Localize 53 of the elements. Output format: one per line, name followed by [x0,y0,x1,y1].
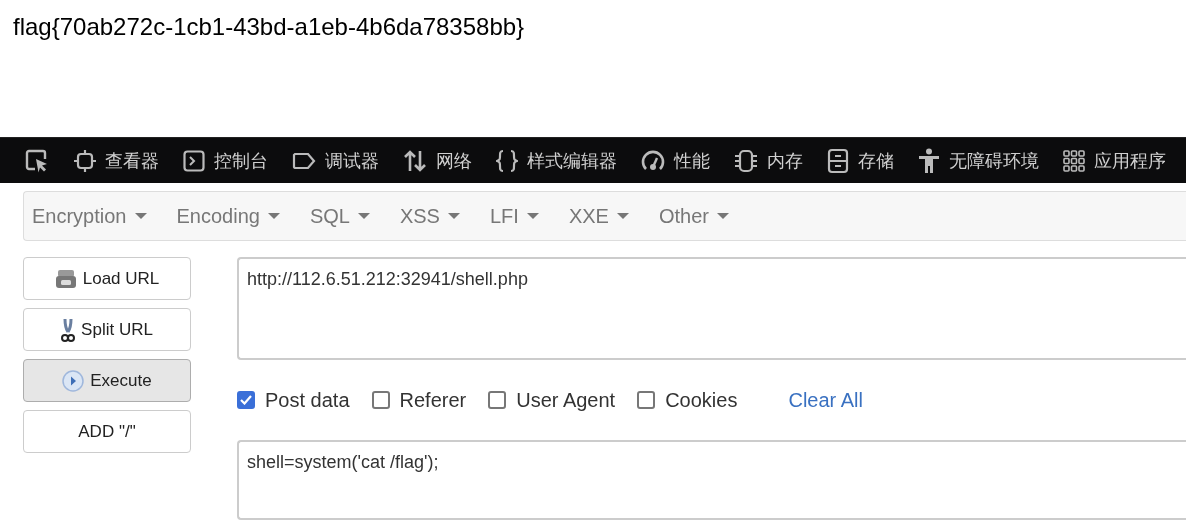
menu-dropdown[interactable]: LFI [489,204,539,228]
action-button[interactable]: Split URL [23,308,191,351]
checkbox[interactable] [371,391,390,409]
menu-dropdown[interactable]: XSS [399,204,460,228]
printer-icon [54,268,77,289]
play-icon [62,369,85,392]
menu-dropdown[interactable]: Encryption [32,204,147,228]
checkbox-label: Referer [399,388,467,412]
chip-icon [734,148,758,173]
caret-icon [716,213,729,219]
clear-all-link[interactable]: Clear All [788,388,863,412]
up-down-arrows-icon [403,148,427,173]
cabinet-icon [827,147,849,174]
action-button[interactable]: Load URL [23,257,191,300]
gauge-icon [641,148,665,173]
braces-icon [496,148,518,173]
caret-icon [526,213,539,219]
devtools-tab[interactable]: 无障碍环境 [949,148,1039,173]
scissors-icon [61,316,76,343]
menu-dropdown[interactable]: SQL [309,204,370,228]
devtools-tab[interactable]: 查看器 [105,148,159,173]
flag-text: flag{70ab272c-1cb1-43bd-a1eb-4b6da78358bb} [13,13,525,40]
checkbox[interactable] [237,391,255,409]
menu-dropdown[interactable]: Other [658,204,729,228]
console-icon [183,149,205,172]
devtools-tab[interactable]: 控制台 [214,148,268,173]
url-field[interactable]: http://112.6.51.212:32941/shell.php [237,257,1186,360]
checkbox-label: Post data [265,388,350,412]
caret-icon [616,213,629,219]
menu-dropdown[interactable]: XXE [568,204,629,228]
caret-icon [447,213,460,219]
checkbox[interactable] [488,391,507,409]
menu-dropdown[interactable]: Encoding [176,204,280,228]
frame-icon [74,149,96,172]
checkbox-label: Cookies [665,388,738,412]
action-button[interactable]: Execute [23,359,191,402]
caret-icon [357,213,370,219]
devtools-tab[interactable]: 内存 [767,148,803,173]
devtools-tab[interactable]: 网络 [436,148,472,173]
devtools-tab[interactable]: 应用程序 [1094,148,1166,173]
action-button[interactable]: ADD "/" [23,410,191,453]
devtools-tab[interactable]: 样式编辑器 [527,148,617,173]
grid-icon [1063,149,1085,172]
tag-icon [292,151,316,170]
caret-icon [134,213,147,219]
devtools-tab[interactable]: 调试器 [325,148,379,173]
post-data-field[interactable]: shell=system('cat /flag'); [237,440,1186,520]
devtools-tab[interactable]: 性能 [674,148,710,173]
checkbox-label: User Agent [516,388,616,412]
person-figure-icon [918,147,940,174]
checkbox[interactable] [637,391,656,409]
devtools-tab[interactable]: 存储 [858,148,894,173]
caret-icon [267,213,280,219]
